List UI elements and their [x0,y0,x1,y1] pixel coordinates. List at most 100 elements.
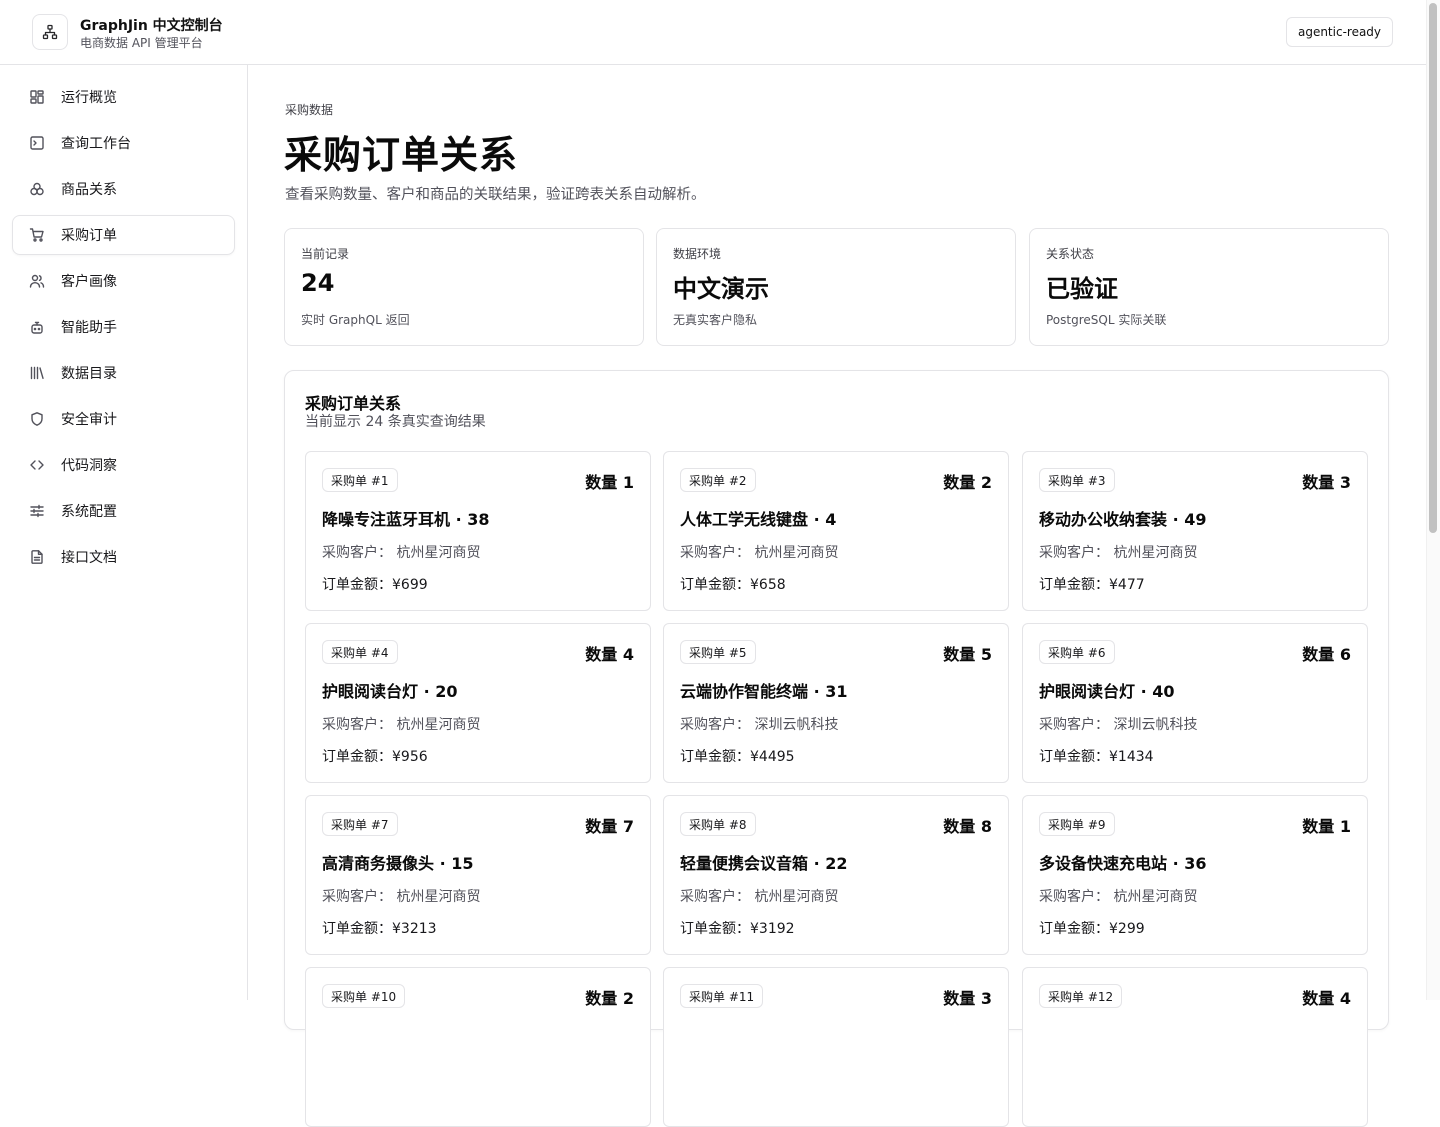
order-tag: 采购单 #11 [680,984,764,1008]
order-quantity: 数量 1 [1302,817,1351,836]
sidebar-item-label: 智能助手 [61,320,117,336]
sidebar-item-customer-profile[interactable]: 客户画像 [12,261,235,301]
scrollbar-thumb[interactable] [1429,3,1437,533]
order-product: 人体工学无线键盘 · 4 [680,510,837,529]
sidebar-item-label: 代码洞察 [61,458,117,474]
app-subtitle: 电商数据 API 管理平台 [80,36,203,50]
stat-card-relation-status: 关系状态 已验证 PostgreSQL 实际关联 [1029,228,1389,346]
order-product: 云端协作智能终端 · 31 [680,682,848,701]
order-product: 护眼阅读台灯 · 40 [1039,682,1175,701]
order-quantity: 数量 5 [943,645,992,664]
sidebar-item-label: 安全审计 [61,412,117,428]
order-quantity: 数量 2 [585,989,634,1008]
order-card[interactable]: 采购单 #4 数量 4 护眼阅读台灯 · 20 采购客户： 杭州星河商贸 订单金… [305,623,651,783]
order-card[interactable]: 采购单 #10 数量 2 [305,967,651,1127]
order-card[interactable]: 采购单 #1 数量 1 降噪专注蓝牙耳机 · 38 采购客户： 杭州星河商贸 订… [305,451,651,611]
order-quantity: 数量 1 [585,473,634,492]
app-title: GraphJin 中文控制台 [80,18,223,34]
sidebar-item-api-docs[interactable]: 接口文档 [12,537,235,577]
panel-subtitle: 当前显示 24 条真实查询结果 [305,414,486,430]
order-tag: 采购单 #1 [322,468,398,492]
order-amount: 订单金额：¥3213 [322,921,437,937]
order-amount: 订单金额：¥4495 [680,749,795,765]
order-customer: 采购客户： 杭州星河商贸 [322,717,481,733]
stat-note: 无真实客户隐私 [673,313,758,327]
order-product: 移动办公收纳套装 · 49 [1039,510,1207,529]
sidebar-item-product-relations[interactable]: 商品关系 [12,169,235,209]
stat-note: PostgreSQL 实际关联 [1046,313,1167,327]
order-card[interactable]: 采购单 #8 数量 8 轻量便携会议音箱 · 22 采购客户： 杭州星河商贸 订… [663,795,1009,955]
sidebar-item-code-insight[interactable]: 代码洞察 [12,445,235,485]
app-header: GraphJin 中文控制台 电商数据 API 管理平台 agentic-rea… [0,0,1426,65]
file-icon [29,549,45,565]
order-card[interactable]: 采购单 #7 数量 7 高清商务摄像头 · 15 采购客户： 杭州星河商贸 订单… [305,795,651,955]
order-amount: 订单金额：¥699 [322,577,428,593]
order-customer: 采购客户： 深圳云帆科技 [680,717,839,733]
stat-note: 实时 GraphQL 返回 [301,313,410,327]
order-product: 护眼阅读台灯 · 20 [322,682,458,701]
stat-value: 中文演示 [673,275,769,303]
users-icon [29,273,45,289]
order-quantity: 数量 3 [943,989,992,1008]
order-tag: 采购单 #4 [322,640,398,664]
order-customer: 采购客户： 杭州星河商贸 [680,889,839,905]
order-amount: 订单金额：¥299 [1039,921,1145,937]
cart-icon [29,227,45,243]
order-customer: 采购客户： 杭州星河商贸 [322,545,481,561]
sidebar-item-label: 查询工作台 [61,136,131,152]
stat-label: 数据环境 [673,247,722,261]
sidebar: 运行概览 查询工作台 商品关系 采购订单 客户画像 智能助手 数据目录 安全审计… [0,65,248,1000]
order-tag: 采购单 #5 [680,640,756,664]
agentic-ready-button[interactable]: agentic-ready [1286,17,1393,47]
terminal-icon [29,135,45,151]
order-card[interactable]: 采购单 #2 数量 2 人体工学无线键盘 · 4 采购客户： 杭州星河商贸 订单… [663,451,1009,611]
sidebar-item-purchase-orders[interactable]: 采购订单 [12,215,235,255]
sidebar-item-label: 商品关系 [61,182,117,198]
sidebar-item-label: 客户画像 [61,274,117,290]
stat-card-records: 当前记录 24 实时 GraphQL 返回 [284,228,644,346]
sidebar-item-overview[interactable]: 运行概览 [12,77,235,117]
bot-icon [29,319,45,335]
page-description: 查看采购数量、客户和商品的关联结果，验证跨表关系自动解析。 [285,187,706,203]
sidebar-item-query-workbench[interactable]: 查询工作台 [12,123,235,163]
order-tag: 采购单 #7 [322,812,398,836]
network-icon [42,24,58,40]
order-card[interactable]: 采购单 #12 数量 4 [1022,967,1368,1127]
order-quantity: 数量 4 [1302,989,1351,1008]
order-quantity: 数量 3 [1302,473,1351,492]
sidebar-item-label: 数据目录 [61,366,117,382]
order-customer: 采购客户： 杭州星河商贸 [1039,545,1198,561]
sidebar-item-system-config[interactable]: 系统配置 [12,491,235,531]
order-quantity: 数量 4 [585,645,634,664]
logo[interactable] [32,14,68,50]
order-quantity: 数量 8 [943,817,992,836]
order-card[interactable]: 采购单 #3 数量 3 移动办公收纳套装 · 49 采购客户： 杭州星河商贸 订… [1022,451,1368,611]
sidebar-item-data-catalog[interactable]: 数据目录 [12,353,235,393]
library-icon [29,365,45,381]
order-quantity: 数量 7 [585,817,634,836]
order-card[interactable]: 采购单 #5 数量 5 云端协作智能终端 · 31 采购客户： 深圳云帆科技 订… [663,623,1009,783]
order-card[interactable]: 采购单 #11 数量 3 [663,967,1009,1127]
order-customer: 采购客户： 深圳云帆科技 [1039,717,1198,733]
order-product: 高清商务摄像头 · 15 [322,854,474,873]
order-tag: 采购单 #9 [1039,812,1115,836]
order-tag: 采购单 #8 [680,812,756,836]
circles-icon [29,181,45,197]
order-amount: 订单金额：¥3192 [680,921,795,937]
sidebar-item-security-audit[interactable]: 安全审计 [12,399,235,439]
order-card[interactable]: 采购单 #9 数量 1 多设备快速充电站 · 36 采购客户： 杭州星河商贸 订… [1022,795,1368,955]
order-card[interactable]: 采购单 #6 数量 6 护眼阅读台灯 · 40 采购客户： 深圳云帆科技 订单金… [1022,623,1368,783]
order-customer: 采购客户： 杭州星河商贸 [322,889,481,905]
stat-value: 24 [301,269,335,297]
order-tag: 采购单 #10 [322,984,406,1008]
sidebar-item-assistant[interactable]: 智能助手 [12,307,235,347]
sidebar-item-label: 接口文档 [61,550,117,566]
order-amount: 订单金额：¥1434 [1039,749,1154,765]
page-title: 采购订单关系 [284,133,519,177]
sidebar-item-label: 系统配置 [61,504,117,520]
order-customer: 采购客户： 杭州星河商贸 [680,545,839,561]
sidebar-item-label: 运行概览 [61,90,117,106]
stat-card-environment: 数据环境 中文演示 无真实客户隐私 [656,228,1016,346]
order-quantity: 数量 6 [1302,645,1351,664]
order-amount: 订单金额：¥956 [322,749,428,765]
